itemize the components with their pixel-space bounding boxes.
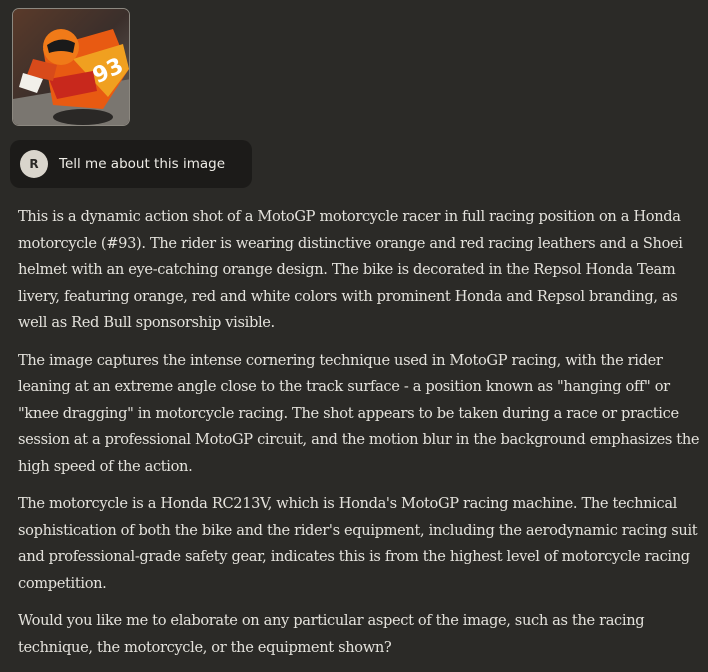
user-message-bubble: R Tell me about this image — [10, 140, 252, 188]
assistant-response: This is a dynamic action shot of a MotoG… — [18, 204, 702, 672]
response-paragraph-4: Would you like me to elaborate on any pa… — [18, 612, 645, 656]
response-paragraph-1: This is a dynamic action shot of a MotoG… — [18, 208, 683, 331]
user-avatar: R — [20, 150, 48, 178]
user-message-text: Tell me about this image — [59, 156, 226, 172]
response-paragraph-2: The image captures the intense cornering… — [18, 351, 700, 475]
motogp-photo: 93 — [13, 9, 129, 125]
attached-image-thumbnail[interactable]: 93 — [12, 8, 130, 126]
response-paragraph-3: The motorcycle is a Honda RC213V, which … — [18, 495, 698, 592]
